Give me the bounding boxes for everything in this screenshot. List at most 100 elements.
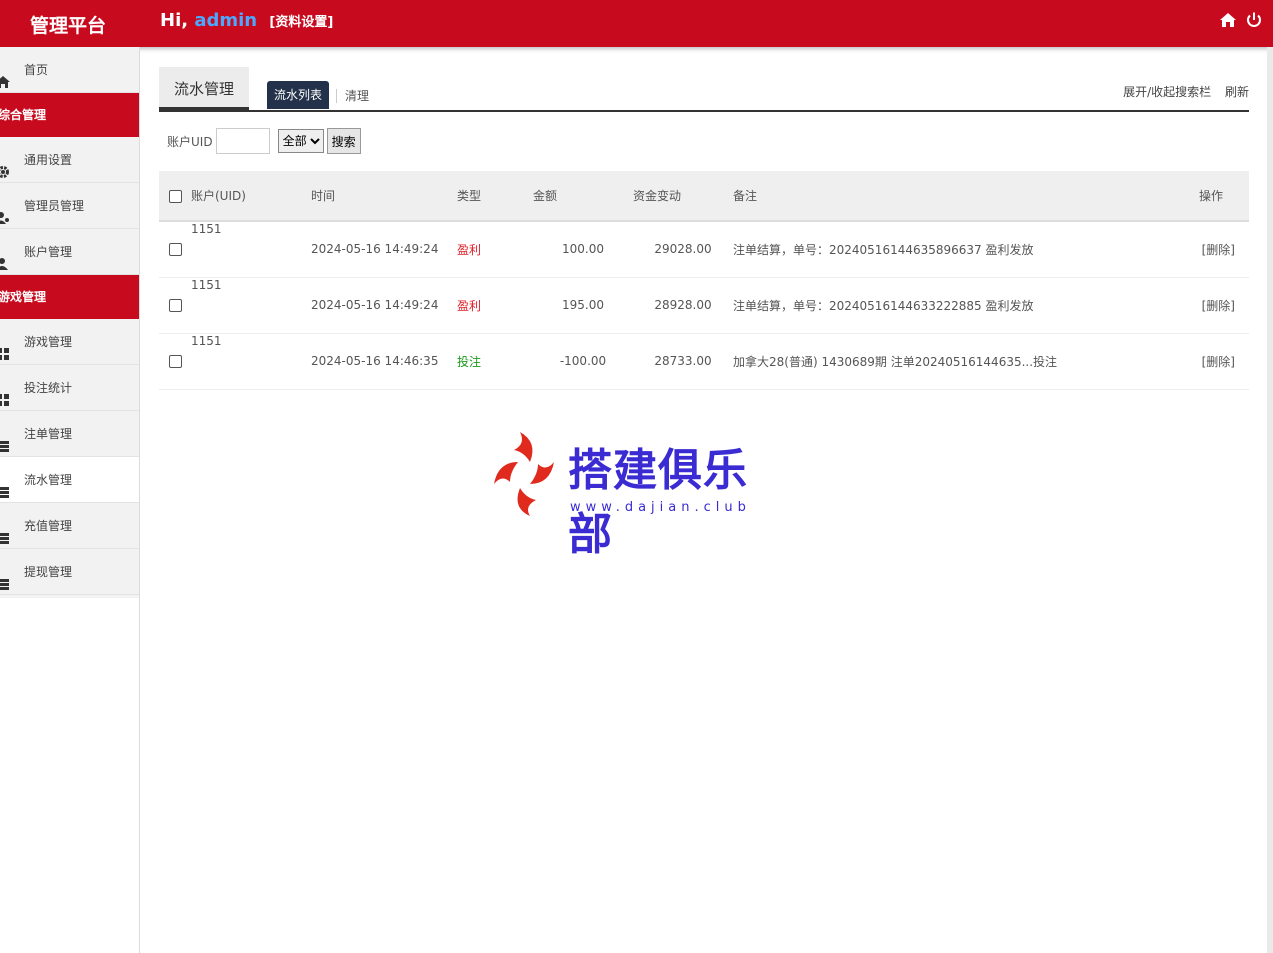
home-icon[interactable]	[1219, 11, 1237, 31]
sidebar-item-withdraw[interactable]: 提现管理	[0, 549, 139, 595]
sidebar-group-label: 综合管理	[0, 108, 47, 122]
greeting: Hi, admin [资料设置]	[160, 10, 333, 31]
row-select-cell	[159, 221, 191, 277]
col-type: 类型	[457, 189, 482, 203]
type-select[interactable]: 全部	[277, 129, 324, 153]
row-select-cell	[159, 277, 191, 333]
watermark-logo-icon	[494, 432, 554, 516]
cell-action: [删除]	[1199, 277, 1249, 333]
cell-uid: 1151	[191, 333, 222, 348]
cell-type: 盈利	[457, 298, 482, 313]
search-button[interactable]: 搜索	[326, 128, 361, 154]
grid-icon	[0, 380, 10, 406]
cell-action: [删除]	[1199, 333, 1249, 389]
list-icon	[0, 472, 10, 498]
tab-clean[interactable]: 清理	[345, 87, 369, 104]
scrollbar-track[interactable]	[1267, 47, 1273, 953]
sidebar-item-settings[interactable]: 通用设置	[0, 137, 139, 183]
sidebar-item-label: 首页	[24, 63, 49, 77]
sidebar-item-label: 投注统计	[24, 381, 73, 395]
table-header-row: 账户(UID) 时间 类型 金额 资金变动 备注 操作	[159, 171, 1249, 221]
tab-actions: 展开/收起搜索栏 刷新	[1113, 83, 1249, 100]
cell-type: 投注	[457, 354, 482, 369]
cell-time: 2024-05-16 14:46:35	[311, 354, 439, 368]
cell-balance: 28733.00	[654, 354, 712, 368]
cell-type: 盈利	[457, 242, 482, 257]
sidebar-item-label: 游戏管理	[24, 335, 73, 349]
sidebar-item-orders[interactable]: 注单管理	[0, 411, 139, 457]
cell-note: 加拿大28(普通) 1430689期 注单20240516144635...投注	[733, 354, 1058, 369]
user-icon	[0, 244, 10, 270]
list-icon	[0, 518, 10, 544]
cell-uid: 1151	[191, 222, 222, 236]
sidebar-group-label: 游戏管理	[0, 290, 47, 304]
watermark-url: www.dajian.club	[570, 500, 751, 515]
list-icon	[0, 564, 10, 590]
select-all-checkbox[interactable]	[169, 189, 182, 203]
row-checkbox[interactable]	[169, 243, 182, 257]
sidebar-group-general[interactable]: 综合管理	[0, 93, 139, 137]
toggle-search-link[interactable]: 展开/收起搜索栏	[1123, 85, 1211, 99]
row-checkbox[interactable]	[169, 355, 182, 368]
row-select-cell	[159, 333, 191, 389]
sidebar-item-accounts[interactable]: 账户管理	[0, 229, 139, 275]
profile-settings-link[interactable]: [资料设置]	[269, 15, 333, 30]
header-actions	[1219, 11, 1263, 31]
section-title: 流水管理	[159, 67, 249, 110]
sidebar-item-label: 提现管理	[24, 565, 73, 579]
sidebar-item-label: 管理员管理	[24, 199, 85, 213]
sidebar-item-label: 注单管理	[24, 427, 73, 441]
delete-link[interactable]: [删除]	[1202, 243, 1235, 257]
cell-note: 注单结算，单号：20240516144633222885 盈利发放	[733, 298, 1034, 313]
sidebar-item-label: 流水管理	[24, 473, 73, 487]
sidebar-item-flow[interactable]: 流水管理	[0, 457, 139, 503]
col-uid: 账户(UID)	[191, 189, 246, 203]
home-icon	[0, 62, 10, 88]
delete-link[interactable]: [删除]	[1202, 299, 1235, 313]
gear-icon	[0, 152, 10, 178]
cell-amount: 100.00	[562, 242, 604, 257]
row-checkbox[interactable]	[169, 299, 182, 312]
delete-link[interactable]: [删除]	[1202, 355, 1235, 369]
select-all-cell	[159, 171, 191, 221]
power-icon[interactable]	[1245, 11, 1263, 31]
tab-bar: 流水管理 流水列表 清理 展开/收起搜索栏 刷新	[159, 67, 1249, 112]
sidebar-item-label: 账户管理	[24, 245, 73, 259]
cell-balance: 29028.00	[654, 242, 712, 257]
tab-divider	[336, 89, 337, 103]
search-bar: 账户UID 全部 搜索	[167, 127, 361, 155]
cell-time: 2024-05-16 14:49:24	[311, 242, 439, 257]
users-icon	[0, 198, 10, 224]
uid-input[interactable]	[215, 128, 270, 154]
table-row: 1151 2024-05-16 14:49:24 盈利 195.00 28928…	[159, 277, 1249, 333]
sidebar-item-home[interactable]: 首页	[0, 47, 139, 93]
sidebar-item-bet-stats[interactable]: 投注统计	[0, 365, 139, 411]
username: admin	[194, 10, 258, 31]
refresh-link[interactable]: 刷新	[1225, 85, 1249, 99]
col-amount: 金额	[533, 189, 558, 203]
cell-action: [删除]	[1199, 221, 1249, 277]
col-note: 备注	[733, 189, 758, 203]
col-time: 时间	[311, 189, 336, 203]
cell-time: 2024-05-16 14:49:24	[311, 298, 439, 312]
sidebar-group-games[interactable]: 游戏管理	[0, 275, 139, 319]
cell-uid: 1151	[191, 277, 222, 292]
sidebar-item-label: 充值管理	[24, 519, 73, 533]
greeting-prefix: Hi,	[160, 10, 195, 31]
table-row: 1151 2024-05-16 14:46:35 投注 -100.00 2873…	[159, 333, 1249, 389]
sidebar-item-label: 通用设置	[24, 153, 73, 167]
sidebar: 首页 综合管理 通用设置 管理员管理 账户管理 游戏管理 游戏管理 投注统计 注…	[0, 47, 140, 953]
list-icon	[0, 426, 10, 452]
cell-amount: 195.00	[562, 298, 604, 312]
tab-flow-list[interactable]: 流水列表	[267, 81, 329, 109]
cell-amount: -100.00	[559, 354, 607, 368]
grid-icon	[0, 334, 10, 360]
uid-label: 账户UID	[167, 134, 213, 149]
brand-title: 管理平台	[30, 15, 107, 37]
sidebar-item-recharge[interactable]: 充值管理	[0, 503, 139, 549]
sidebar-empty-area	[0, 598, 139, 953]
watermark-name: 搭建俱乐部	[568, 445, 748, 560]
sidebar-item-game-manage[interactable]: 游戏管理	[0, 319, 139, 365]
cell-balance: 28928.00	[654, 298, 712, 312]
sidebar-item-admins[interactable]: 管理员管理	[0, 183, 139, 229]
